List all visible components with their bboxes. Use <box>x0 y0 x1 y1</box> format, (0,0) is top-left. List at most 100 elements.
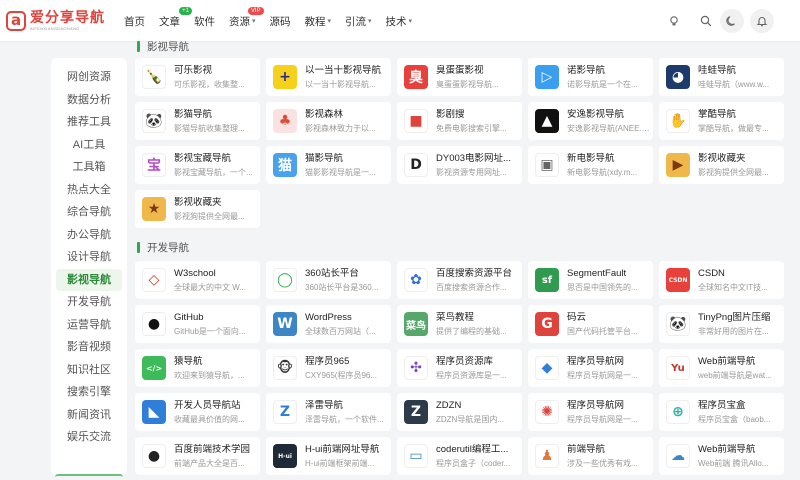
site-card-desc: 泽雷导航，一个软件... <box>305 414 384 424</box>
site-card[interactable]: ♣ 影视森林 影视森林致力于以... <box>266 102 391 140</box>
sidebar-item[interactable]: 综合导航 <box>56 201 122 224</box>
site-card-desc: 影视狗提供全网最... <box>698 167 769 177</box>
site-card[interactable]: ◕ 哇蛙导航 哇蛙导航（www.w... <box>659 58 784 96</box>
sidebar-item[interactable]: 设计导航 <box>56 246 122 269</box>
site-card[interactable]: ● 百度前端技术学园 前端产品大全是百... <box>135 437 260 475</box>
site-card[interactable]: 菜鸟 菜鸟教程 提供了编程的基础... <box>397 305 522 343</box>
site-card[interactable]: G 码云 国产代码托管平台... <box>528 305 653 343</box>
site-logo[interactable]: a 爱分享导航 AIFENXIANGDAOHANG <box>6 9 105 33</box>
chevron-down-icon: ▾ <box>368 18 372 25</box>
nav-item-label: 首页 <box>124 15 145 28</box>
site-card[interactable]: ▷ 诺影导航 诺影导航是一个在... <box>528 58 653 96</box>
sidebar-item[interactable]: 知识社区 <box>56 359 122 382</box>
site-card[interactable]: ▲ 安逸影视导航 安逸影视导航(ANEE.C... <box>528 102 653 140</box>
site-card-desc: 掌酷导航，做最专... <box>698 123 769 133</box>
site-card-title: 新电影导航 <box>567 152 615 164</box>
site-card[interactable]: Yu Web前端导航 web前端导航是wat... <box>659 349 784 387</box>
cat-logo-icon: 猫 <box>273 153 297 177</box>
sidebar-item[interactable]: 影音视频 <box>56 336 122 359</box>
site-card[interactable]: ▭ coderutil编程工... 程序员盒子（coder... <box>397 437 522 475</box>
site-card[interactable]: Z ZDZN ZDZN导航是国内... <box>397 393 522 431</box>
sidebar-item[interactable]: AI工具 <box>56 134 122 157</box>
site-card-desc: Web前端 腾讯Allo... <box>698 458 769 468</box>
sidebar-item[interactable]: 搜索引擎 <box>56 381 122 404</box>
site-card-title: 影猫导航 <box>174 108 213 120</box>
site-card-desc: 程序员资源库是一... <box>436 370 507 380</box>
sidebar-item[interactable]: 开发导航 <box>56 291 122 314</box>
nav-item[interactable]: 文章 +1 <box>159 0 192 42</box>
site-card[interactable]: ♟ 前端导航 涉及一些优秀有戏... <box>528 437 653 475</box>
site-card[interactable]: </> 猿导航 欢迎来到猿导航，... <box>135 349 260 387</box>
sidebar-item[interactable]: 办公导航 <box>56 224 122 247</box>
site-card[interactable]: ⊕ 程序员宝盒 程序员宝盒（baob... <box>659 393 784 431</box>
dy-logo-icon: D <box>404 153 428 177</box>
nav-item[interactable]: 引流 ▾ <box>345 0 372 42</box>
nav-item[interactable]: 源码 <box>270 0 291 42</box>
site-card-title: 臭蛋蛋影视 <box>436 64 484 76</box>
site-card[interactable]: ✿ 百度搜索资源平台 百度搜索资源合作... <box>397 261 522 299</box>
moon-icon[interactable] <box>720 9 744 33</box>
site-card-title: 程序员导航网 <box>567 355 625 367</box>
sidebar-item[interactable]: 工具箱 <box>56 156 122 179</box>
sidebar-item[interactable]: 网创资源 <box>56 66 122 89</box>
360-logo-icon: ◯ <box>273 268 297 292</box>
site-card-desc: 国产代码托管平台... <box>567 326 638 336</box>
site-card[interactable]: CSDN CSDN 全球知名中文IT技... <box>659 261 784 299</box>
site-card-title: 百度前端技术学园 <box>174 443 251 455</box>
site-card[interactable]: ✣ 程序员资源库 程序员资源库是一... <box>397 349 522 387</box>
site-card[interactable]: W WordPress 全球数百万网站（... <box>266 305 391 343</box>
site-card[interactable]: 🐼 影猫导航 影猫导航收集整理... <box>135 102 260 140</box>
site-card[interactable]: ▣ 新电影导航 新电影导航(xdy.m... <box>528 146 653 184</box>
bell-icon[interactable] <box>750 9 774 33</box>
site-card[interactable]: ◆ 程序员导航网 程序员导航网是一... <box>528 349 653 387</box>
site-card[interactable]: ☁ Web前端导航 Web前端 腾讯Allo... <box>659 437 784 475</box>
site-card[interactable]: 猫猫影导航 猫影影视导航是一... <box>266 146 391 184</box>
site-card-title: 影视收藏夹 <box>174 196 222 208</box>
site-card-title: 诺影导航 <box>567 64 606 76</box>
site-card[interactable]: ◯ 360站长平台 360站长平台是360... <box>266 261 391 299</box>
section-marker <box>137 41 140 52</box>
site-card[interactable]: 臭臭蛋蛋影视 臭蛋蛋影视导航... <box>397 58 522 96</box>
site-card-desc: GitHub是一个面向... <box>174 326 246 336</box>
site-card[interactable]: 🐼 TinyPng图片压缩 非常好用的图片在... <box>659 305 784 343</box>
site-card[interactable]: ▶ 影视收藏夹 影视狗提供全网最... <box>659 146 784 184</box>
site-card[interactable]: ✺ 程序员导航网 程序员导航网是一... <box>528 393 653 431</box>
site-card[interactable]: + 以一当十影视导航 以一当十影视导航... <box>266 58 391 96</box>
sidebar-item[interactable]: 影视导航 <box>56 268 122 291</box>
sidebar-item[interactable]: 推荐工具 <box>56 111 122 134</box>
site-card[interactable]: 🐵 程序员965 CXY965(程序员96... <box>266 349 391 387</box>
sidebar-item[interactable]: 娱乐交流 <box>56 426 122 449</box>
site-card[interactable]: ◣ 开发人员导航站 收藏最具价值的网... <box>135 393 260 431</box>
sidebar-item[interactable]: 热点大全 <box>56 179 122 202</box>
z-logo-icon: Z <box>273 400 297 424</box>
nav-item[interactable]: 教程 ▾ <box>305 0 332 42</box>
sidebar-item[interactable]: 数据分析 <box>56 89 122 112</box>
site-card[interactable]: H-ui H-ui前端网址导航 H-ui前端框架前端... <box>266 437 391 475</box>
site-card-title: coderutil编程工... <box>436 443 509 455</box>
nav-item[interactable]: 软件 <box>194 0 215 42</box>
sidebar-item[interactable]: 运营导航 <box>56 314 122 337</box>
nav-item[interactable]: 资源 ▾ VIP <box>229 0 264 42</box>
site-card[interactable]: ◇ W3school 全球最大的中文 W... <box>135 261 260 299</box>
site-card[interactable]: ★ 影视收藏夹 影视狗提供全网最... <box>135 190 260 228</box>
site-card-title: 影视收藏夹 <box>698 152 746 164</box>
section-film-header: 影视导航 <box>137 39 189 54</box>
site-card-desc: 非常好用的图片在... <box>698 326 769 336</box>
nav-item[interactable]: 首页 <box>124 0 145 42</box>
sidebar-item[interactable]: 新闻资讯 <box>56 404 122 427</box>
nav-item[interactable]: 技术 ▾ <box>386 0 413 42</box>
site-card[interactable]: D DY003电影网址... 影视资源专用网址... <box>397 146 522 184</box>
site-card[interactable]: ● GitHub GitHub是一个面向... <box>135 305 260 343</box>
lightbulb-icon[interactable] <box>666 13 682 29</box>
site-card[interactable]: 🍾 可乐影视 可乐影视，收集整... <box>135 58 260 96</box>
runoob-logo-icon: 菜鸟 <box>404 312 428 336</box>
site-card[interactable]: Z 泽雷导航 泽雷导航，一个软件... <box>266 393 391 431</box>
section-marker <box>137 242 140 253</box>
search-icon[interactable] <box>698 13 714 29</box>
site-card[interactable]: ✋ 掌酷导航 掌酷导航，做最专... <box>659 102 784 140</box>
site-card[interactable]: ■ 影剧搜 免费电影搜索引擎... <box>397 102 522 140</box>
site-card[interactable]: sf SegmentFault 思否是中国领先的... <box>528 261 653 299</box>
site-card[interactable]: 宝影视宝藏导航 影视宝藏导航，一个... <box>135 146 260 184</box>
play-logo-icon: ▷ <box>535 65 559 89</box>
tree-logo-icon: ♣ <box>273 109 297 133</box>
